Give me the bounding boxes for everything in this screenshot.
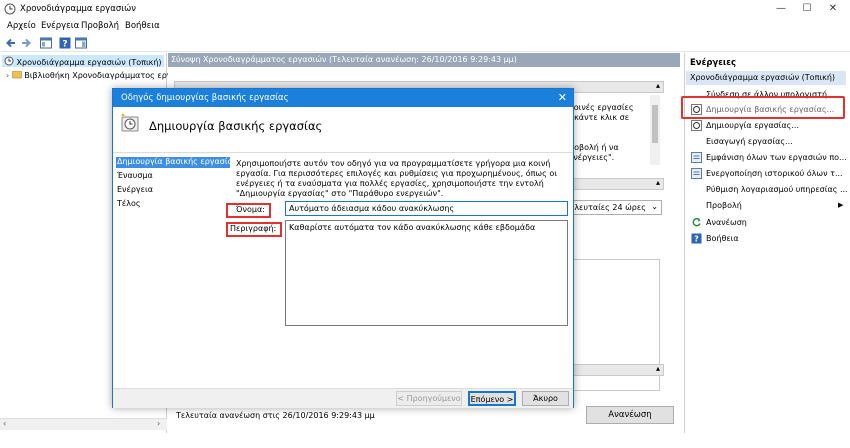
step-create-basic-task[interactable]: Δημιουργία βασικής εργασίας — [116, 157, 238, 168]
chevron-down-icon: ⌄ — [651, 202, 658, 211]
summary-header: Σύνοψη Χρονοδιαγράμματος εργασιών (Τελευ… — [168, 53, 680, 67]
wizard-clock-icon — [121, 113, 139, 132]
back-button[interactable]: < Προηγούμενο — [396, 391, 462, 406]
overview-text-4: ενέργειες". — [569, 153, 615, 162]
show-action-pane-icon[interactable] — [74, 36, 88, 50]
cancel-button[interactable]: Άκυρο — [522, 391, 569, 406]
window-title: Χρονοδιάγραμμα εργασιών — [20, 4, 136, 14]
collapse-icon[interactable]: ▴ — [656, 364, 660, 373]
create-task-icon — [691, 120, 702, 131]
step-trigger[interactable]: Έναυσμα — [116, 171, 230, 182]
tree-item-root-label: Χρονοδιάγραμμα εργασιών (Τοπική) — [16, 58, 162, 67]
action-display-running[interactable]: Εμφάνιση όλων των εργασιών πο... — [706, 153, 847, 162]
task-scheduler-app-icon — [4, 3, 16, 15]
tree-item-library-label: Βιβλιοθήκη Χρονοδιαγράμματος εργα — [24, 71, 177, 80]
expand-chevron-icon[interactable]: › — [6, 71, 9, 80]
actions-group-header[interactable]: Χρονοδιάγραμμα εργασιών (Τοπική) — [686, 71, 846, 85]
scroll-left-icon[interactable]: ‹ — [3, 419, 6, 428]
refresh-button[interactable]: Ανανέωση — [586, 406, 674, 424]
highlight-create-basic-task — [681, 96, 845, 119]
folder-icon — [11, 71, 22, 79]
dialog-title: Οδηγός δημιουργίας βασικής εργασίας — [121, 93, 289, 103]
step-finish[interactable]: Τέλος — [116, 199, 230, 210]
close-button[interactable]: ✕ — [820, 0, 846, 19]
title-bar: Χρονοδιάγραμμα εργασιών — ☐ ✕ — [0, 0, 850, 19]
collapse-icon[interactable]: ▴ — [656, 81, 660, 90]
name-label: Όνομα: — [236, 205, 265, 214]
history-icon — [691, 168, 702, 179]
step-action[interactable]: Ενέργεια — [116, 185, 230, 196]
running-tasks-icon — [691, 152, 702, 163]
menu-file[interactable]: Αρχείο — [7, 21, 36, 31]
dialog-header: Δημιουργία βασικής εργασίας — [113, 107, 573, 153]
back-arrow-icon[interactable] — [4, 36, 18, 50]
overview-text-1: κοινές εργασίες — [569, 103, 634, 112]
dialog-close-icon[interactable]: ✕ — [558, 91, 567, 104]
dialog-heading: Δημιουργία βασικής εργασίας — [149, 119, 323, 133]
help-icon: ? — [691, 233, 702, 244]
action-enable-history[interactable]: Ενεργοποίηση ιστορικού όλων τ... — [706, 169, 843, 178]
help-icon[interactable]: ? — [58, 36, 72, 50]
console-tree-icon[interactable] — [39, 36, 53, 50]
maximize-button[interactable]: ☐ — [794, 0, 820, 19]
menu-bar: Αρχείο Ενέργεια Προβολή Βοήθεια — [0, 19, 850, 34]
menu-view[interactable]: Προβολή — [81, 21, 119, 31]
name-field[interactable]: Αυτόματο άδειασμα κάδου ανακύκλωσης — [285, 201, 568, 216]
vertical-scrollbar[interactable] — [650, 95, 660, 165]
description-label: Περιγραφή: — [230, 224, 277, 233]
menu-help[interactable]: Βοήθεια — [125, 21, 160, 31]
scroll-right-icon[interactable]: › — [157, 419, 160, 428]
tree-item-library[interactable]: › Βιβλιοθήκη Χρονοδιαγράμματος εργα — [6, 69, 177, 81]
action-refresh[interactable]: Ανανέωση — [706, 218, 747, 227]
actions-title: Ενέργειες — [690, 58, 737, 68]
time-range-select[interactable]: ελευταίες 24 ώρες ⌄ — [566, 200, 662, 215]
action-service-account[interactable]: Ρύθμιση λογαριασμού υπηρεσίας ... — [706, 185, 848, 194]
horizontal-scrollbar[interactable]: ‹ › — [0, 418, 167, 430]
toolbar: ? — [0, 34, 850, 52]
overview-text-2: , κάντε κλικ σε — [569, 113, 630, 122]
svg-text:?: ? — [694, 235, 699, 244]
action-import-task[interactable]: Εισαγωγή εργασίας... — [706, 137, 793, 146]
create-basic-task-wizard: Οδηγός δημιουργίας βασικής εργασίας ✕ Δη… — [112, 88, 574, 408]
clock-icon — [4, 56, 14, 66]
description-field[interactable]: Καθαρίστε αυτόματα τον κάδο ανακύκλωσης … — [285, 220, 568, 326]
collapse-icon[interactable]: ▴ — [656, 178, 660, 187]
action-help[interactable]: Βοήθεια — [706, 234, 739, 243]
overview-text-3: ροβολή ή να — [569, 143, 619, 152]
submenu-arrow-icon: ▶ — [838, 201, 844, 209]
action-create-task[interactable]: Δημιουργία εργασίας... — [706, 121, 799, 130]
refresh-icon — [692, 217, 701, 227]
minimize-button[interactable]: — — [768, 0, 794, 19]
forward-arrow-icon[interactable] — [19, 36, 33, 50]
action-view[interactable]: Προβολή — [706, 201, 742, 210]
next-button[interactable]: Επόμενο > — [468, 391, 516, 406]
svg-text:?: ? — [62, 40, 67, 50]
time-range-value: ελευταίες 24 ώρες — [570, 203, 646, 212]
tree-item-root[interactable]: Χρονοδιάγραμμα εργασιών (Τοπική) — [4, 56, 162, 68]
last-refresh-status: Τελευταία ανανέωση στις 26/10/2016 9:29:… — [176, 411, 375, 420]
menu-action[interactable]: Ενέργεια — [41, 21, 79, 31]
dialog-title-bar: Οδηγός δημιουργίας βασικής εργασίας ✕ — [113, 89, 573, 107]
wizard-intro-text: Χρησιμοποιήστε αυτόν τον οδηγό για να πρ… — [236, 159, 557, 198]
wizard-steps: Δημιουργία βασικής εργασίας Έναυσμα Ενέρ… — [113, 153, 238, 388]
